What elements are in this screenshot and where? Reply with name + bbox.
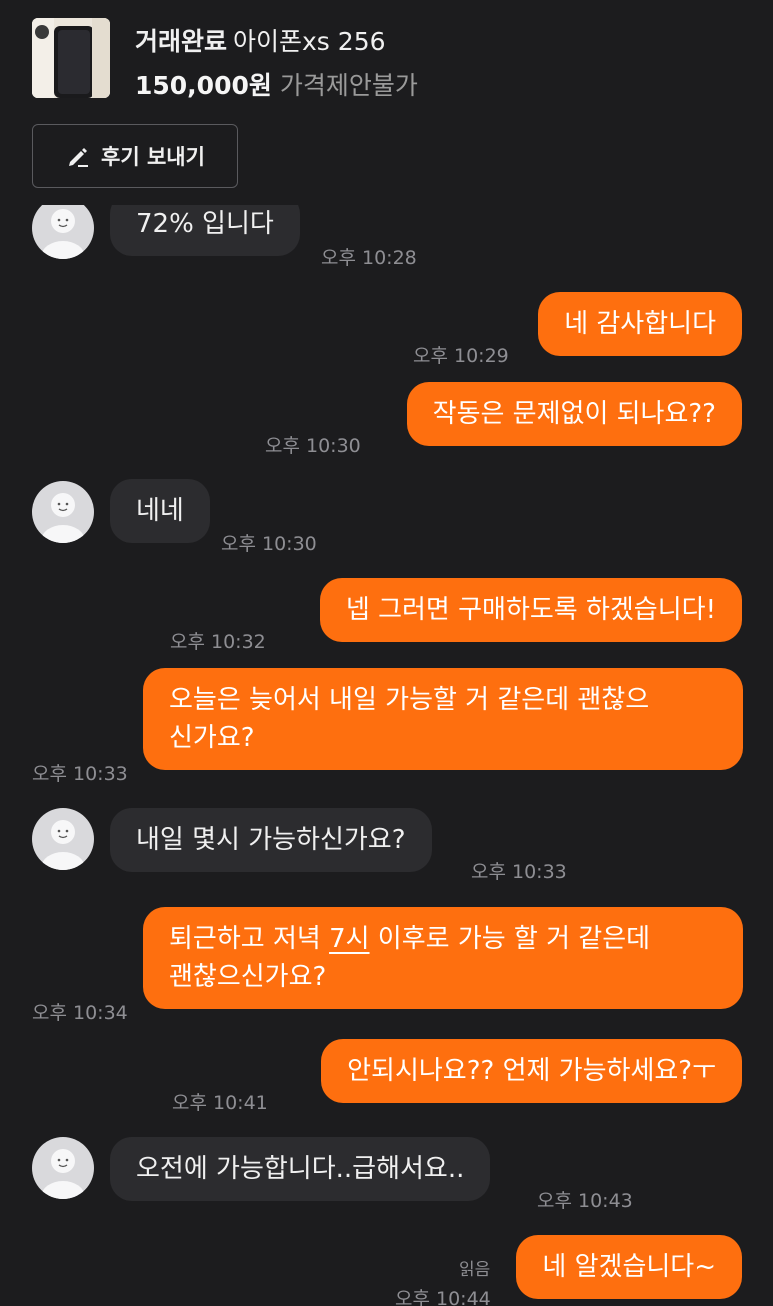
message-line: 괜찮으신가요?: [169, 962, 327, 992]
product-thumbnail[interactable]: [32, 18, 110, 98]
message-time: 오후 10:30: [265, 435, 361, 457]
negotiation-label: 가격제안불가: [279, 71, 418, 100]
send-review-button[interactable]: 후기 보내기: [32, 124, 238, 188]
message-text: 퇴근하고 저녁: [169, 924, 330, 954]
pencil-icon: [69, 148, 89, 167]
product-name: 아이폰xs 256: [233, 27, 386, 56]
product-title: 거래완료 아이폰xs 256: [135, 22, 386, 58]
message-time: 오후 10:43: [537, 1190, 633, 1212]
message-text: 이후로 가능 할 거 같은데: [369, 924, 651, 954]
seller-avatar[interactable]: [32, 481, 94, 543]
message-time: 오후 10:32: [170, 631, 266, 653]
message-bubble: 네네: [110, 479, 210, 543]
message-bubble: 72% 입니다: [110, 205, 300, 256]
message-bubble: 네 감사합니다: [538, 292, 742, 356]
message-bubble: 퇴근하고 저녁 7시 이후로 가능 할 거 같은데 괜찮으신가요?: [143, 907, 743, 1009]
message-time: 오후 10:33: [32, 763, 128, 785]
trade-status: 거래완료: [135, 27, 228, 56]
seller-avatar[interactable]: [32, 1137, 94, 1199]
product-header: 거래완료 아이폰xs 256 150,000원 가격제안불가 후기 보내기: [0, 0, 773, 205]
message-time: 오후 10:30: [221, 533, 317, 555]
message-time: 오후 10:33: [471, 861, 567, 883]
message-bubble: 오전에 가능합니다..급해서요..: [110, 1137, 491, 1201]
send-review-label: 후기 보내기: [101, 145, 205, 169]
message-bubble: 작동은 문제없이 되나요??: [406, 382, 742, 446]
message-line: 오늘은 늦어서 내일 가능할 거 같은데 괜찮으: [169, 685, 650, 715]
message-bubble: 네 알겠습니다~: [516, 1235, 742, 1299]
message-time: 오후 10:28: [321, 247, 417, 269]
message-time: 오후 10:29: [413, 345, 509, 367]
chat-area[interactable]: 72% 입니다 오후 10:28 네 감사합니다 오후 10:29 작동은 문제…: [0, 205, 773, 1306]
seller-avatar[interactable]: [32, 808, 94, 870]
message-line: 신가요?: [169, 723, 255, 753]
seller-avatar[interactable]: [32, 205, 94, 259]
product-price: 150,000원: [135, 71, 272, 100]
time-link[interactable]: 7시: [329, 924, 369, 954]
message-bubble: 내일 몇시 가능하신가요?: [110, 808, 432, 872]
read-receipt: 읽음: [459, 1260, 491, 1280]
message-bubble: 넵 그러면 구매하도록 하겠습니다!: [319, 578, 742, 642]
message-time: 오후 10:44: [395, 1288, 491, 1306]
message-time: 오후 10:41: [172, 1092, 268, 1114]
message-bubble: 안되시나요?? 언제 가능하세요?ㅜ: [321, 1039, 742, 1103]
message-bubble: 오늘은 늦어서 내일 가능할 거 같은데 괜찮으 신가요?: [143, 668, 743, 770]
price-line: 150,000원 가격제안불가: [135, 66, 418, 102]
message-time: 오후 10:34: [32, 1002, 128, 1024]
message-line: 퇴근하고 저녁 7시 이후로 가능 할 거 같은데: [169, 920, 717, 958]
